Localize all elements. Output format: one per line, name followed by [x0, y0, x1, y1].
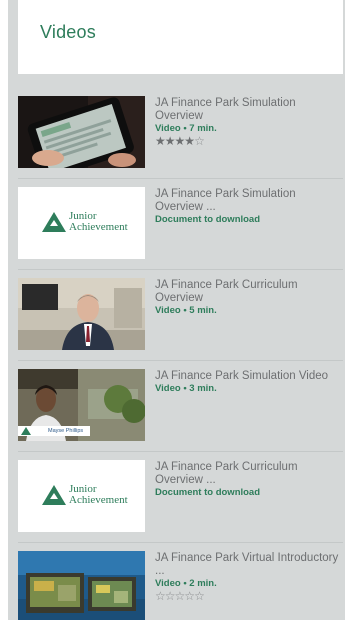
star-rating: ★★★★☆: [155, 135, 343, 147]
item-info: JA Finance Park Curriculum Overview ... …: [155, 461, 343, 499]
document-thumbnail[interactable]: Junior Achievement: [18, 460, 145, 532]
star-filled-icon: ★: [164, 134, 176, 148]
item-title[interactable]: JA Finance Park Simulation Video: [155, 370, 343, 383]
item-meta: Document to download: [155, 214, 261, 225]
tablet-thumbnail-image: [18, 96, 145, 168]
list-item[interactable]: JA Finance Park Simulation Overview Vide…: [18, 88, 343, 179]
presenter-thumbnail-image: [18, 278, 145, 350]
star-empty-icon: ☆: [174, 589, 186, 603]
ja-mountain-icon: [42, 212, 66, 232]
ja-wordmark-line2: Achievement: [69, 221, 128, 233]
star-filled-icon: ★: [184, 134, 195, 148]
star-empty-icon: ☆: [184, 589, 195, 603]
star-filled-icon: ★: [155, 134, 166, 148]
list-item[interactable]: Mayse Phillips JA Finance Park Simulatio…: [18, 361, 343, 452]
video-thumbnail[interactable]: [18, 96, 145, 168]
item-title[interactable]: JA Finance Park Virtual Introductory ...: [155, 552, 343, 578]
item-meta: Document to download: [155, 487, 261, 498]
item-info: JA Finance Park Simulation Video Video •…: [155, 370, 343, 395]
item-meta: Video • 5 min.: [155, 305, 217, 316]
panel-header: Videos: [18, 0, 343, 74]
item-title[interactable]: JA Finance Park Curriculum Overview: [155, 279, 343, 305]
item-title[interactable]: JA Finance Park Simulation Overview ...: [155, 188, 343, 214]
ja-wordmark-line2: Achievement: [69, 494, 128, 506]
list-item[interactable]: Junior Achievement JA Finance Park Curri…: [18, 452, 343, 543]
star-filled-icon: ★: [174, 134, 186, 148]
item-title[interactable]: JA Finance Park Simulation Overview: [155, 97, 343, 123]
caption-name: Mayse Phillips: [48, 428, 84, 434]
video-thumbnail[interactable]: [18, 278, 145, 350]
item-meta: Video • 3 min.: [155, 383, 217, 394]
ja-wordmark: Junior Achievement: [69, 211, 128, 233]
ja-mountain-icon: [42, 485, 66, 505]
panel-title: Videos: [40, 22, 96, 42]
star-empty-icon: ☆: [194, 589, 205, 603]
video-list: JA Finance Park Simulation Overview Vide…: [18, 88, 343, 620]
item-info: JA Finance Park Curriculum Overview Vide…: [155, 279, 343, 317]
lower-third-caption: Mayse Phillips: [18, 426, 90, 436]
ja-mountain-icon: [21, 427, 31, 435]
junior-achievement-logo: Junior Achievement: [18, 460, 145, 532]
junior-achievement-logo: Junior Achievement: [18, 187, 145, 259]
document-thumbnail[interactable]: Junior Achievement: [18, 187, 145, 259]
star-empty-icon: ☆: [155, 589, 166, 603]
star-empty-icon: ☆: [194, 134, 205, 148]
ja-wordmark: Junior Achievement: [69, 484, 128, 506]
star-empty-icon: ☆: [164, 589, 176, 603]
item-info: JA Finance Park Simulation Overview Vide…: [155, 97, 343, 147]
video-thumbnail[interactable]: [18, 551, 145, 620]
list-item[interactable]: Junior Achievement JA Finance Park Simul…: [18, 179, 343, 270]
videos-panel: Videos JA Finance Park Simulation Overvi…: [8, 0, 345, 620]
list-item[interactable]: JA Finance Park Virtual Introductory ...…: [18, 543, 343, 620]
item-info: JA Finance Park Simulation Overview ... …: [155, 188, 343, 226]
item-info: JA Finance Park Virtual Introductory ...…: [155, 552, 343, 602]
video-thumbnail[interactable]: Mayse Phillips: [18, 369, 145, 441]
star-rating: ☆☆☆☆☆: [155, 590, 343, 602]
virtual-screens-thumbnail-image: [18, 551, 145, 620]
item-title[interactable]: JA Finance Park Curriculum Overview ...: [155, 461, 343, 487]
list-item[interactable]: JA Finance Park Curriculum Overview Vide…: [18, 270, 343, 361]
